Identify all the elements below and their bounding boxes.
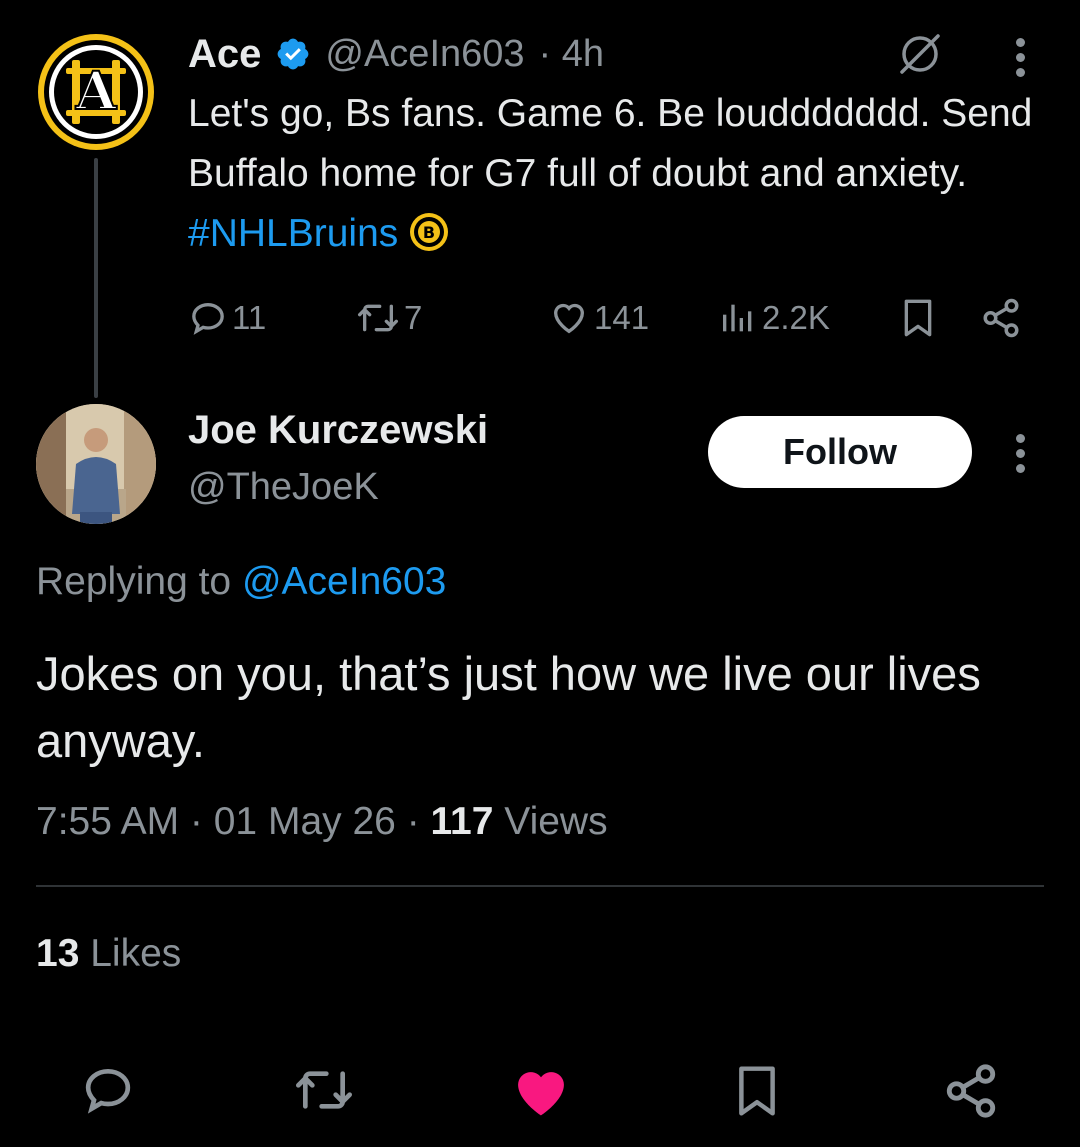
joe-avatar[interactable] <box>36 404 156 524</box>
ace-handle[interactable]: @AceIn603 <box>325 33 524 76</box>
bookmark-action-icon[interactable] <box>730 1062 784 1120</box>
parent-retweet-action[interactable]: 7 <box>356 296 422 340</box>
parent-tweet-body: Let's go, Bs fans. Game 6. Be louddddddd… <box>188 92 1033 195</box>
ace-display-name[interactable]: Ace <box>188 32 261 77</box>
parent-retweet-count: 7 <box>404 299 423 336</box>
reply-tweet-text: Jokes on you, that’s just how we live ou… <box>36 647 981 767</box>
joe-display-name[interactable]: Joe Kurczewski <box>188 408 488 453</box>
parent-like-action[interactable]: 141 <box>548 296 649 340</box>
reply-likes-stat[interactable]: 13 Likes <box>36 932 181 976</box>
reply-views-label: Views <box>493 800 608 843</box>
bookmark-icon[interactable] <box>898 296 938 340</box>
parent-tweet-text: Let's go, Bs fans. Game 6. Be louddddddd… <box>188 84 1038 264</box>
reply-metadata: 7:55 AM · 01 May 26 · 117 Views <box>36 800 608 844</box>
parent-views-action[interactable]: 2.2K <box>718 296 830 340</box>
parent-reply-action[interactable]: 11 <box>188 296 266 340</box>
thread-connector-line <box>94 158 98 398</box>
retweet-action-icon[interactable] <box>290 1062 358 1118</box>
grok-icon[interactable] <box>896 30 944 78</box>
replying-to-line: Replying to @AceIn603 <box>36 560 446 604</box>
replying-to-prefix: Replying to <box>36 560 242 603</box>
liked-heart-icon[interactable] <box>510 1062 572 1118</box>
follow-button[interactable]: Follow <box>708 416 972 488</box>
ace-timestamp[interactable]: · 4h <box>539 33 604 76</box>
replying-to-handle[interactable]: @AceIn603 <box>242 560 446 603</box>
profile-photo-icon <box>36 404 156 524</box>
reply-likes-count: 13 <box>36 932 80 975</box>
verified-badge-icon <box>275 36 311 72</box>
reply-timestamp[interactable]: 7:55 AM · 01 May 26 · <box>36 800 431 843</box>
parent-tweet-header: Ace @AceIn603 · 4h <box>188 28 604 80</box>
more-icon[interactable] <box>1015 38 1025 77</box>
retweet-icon <box>356 298 400 338</box>
svg-text:A: A <box>75 61 117 122</box>
parent-like-count: 141 <box>594 299 650 336</box>
share-action-icon[interactable] <box>942 1062 1000 1120</box>
joe-handle[interactable]: @TheJoeK <box>188 466 379 509</box>
share-icon[interactable] <box>980 296 1022 340</box>
ace-avatar[interactable]: A <box>36 32 156 152</box>
views-icon <box>718 298 758 338</box>
parent-views-count: 2.2K <box>762 299 830 336</box>
parent-reply-count: 11 <box>232 299 267 336</box>
reply-likes-label: Likes <box>79 932 182 975</box>
reply-views-count: 117 <box>430 800 494 843</box>
bruins-logo-icon: A <box>38 34 154 150</box>
bruins-emoji-icon: B <box>409 212 449 252</box>
hashtag-link[interactable]: #NHLBruins <box>188 212 398 255</box>
reply-action-icon[interactable] <box>78 1062 138 1118</box>
reply-icon <box>188 298 228 338</box>
divider <box>36 885 1044 887</box>
svg-text:B: B <box>423 223 435 242</box>
like-icon <box>548 298 590 338</box>
reply-more-icon[interactable] <box>1015 434 1025 473</box>
